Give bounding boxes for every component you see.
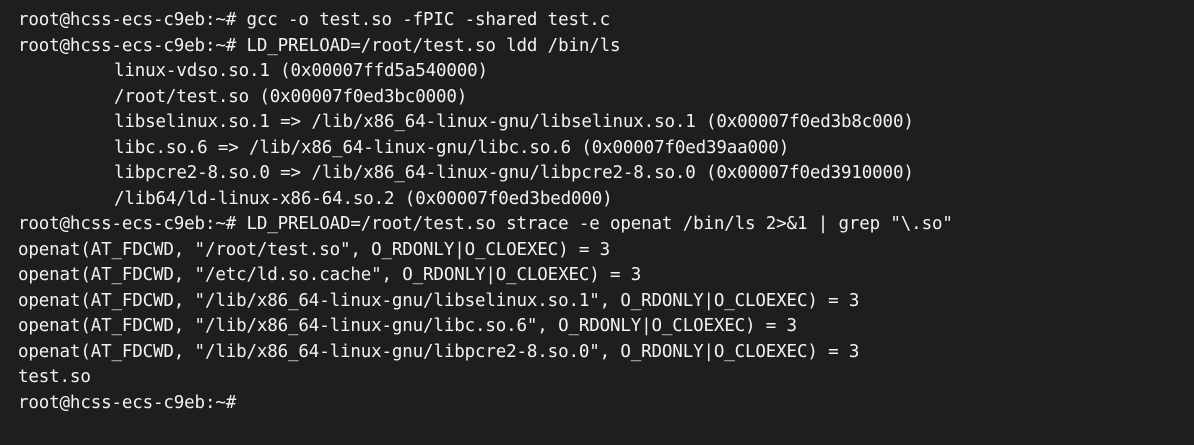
terminal-line: root@hcss-ecs-c9eb:~# gcc -o test.so -fP… [18, 10, 610, 30]
terminal-line: libpcre2-8.so.0 => /lib/x86_64-linux-gnu… [114, 163, 914, 183]
terminal-line: /lib64/ld-linux-x86-64.so.2 (0x00007f0ed… [114, 188, 613, 209]
terminal-line: libselinux.so.1 => /lib/x86_64-linux-gnu… [114, 112, 914, 132]
terminal-output: root@hcss-ecs-c9eb:~# gcc -o test.so -fP… [18, 8, 1194, 391]
terminal-line: linux-vdso.so.1 (0x00007ffd5a540000) [114, 61, 488, 81]
terminal-line: test.so [18, 367, 91, 387]
terminal-window[interactable]: root@hcss-ecs-c9eb:~# gcc -o test.so -fP… [0, 0, 1194, 445]
terminal-line: root@hcss-ecs-c9eb:~# LD_PRELOAD=/root/t… [18, 35, 621, 56]
terminal-line: openat(AT_FDCWD, "/lib/x86_64-linux-gnu/… [18, 341, 860, 362]
terminal-prompt: root@hcss-ecs-c9eb:~# [18, 392, 237, 413]
terminal-line: openat(AT_FDCWD, "/lib/x86_64-linux-gnu/… [18, 290, 860, 311]
terminal-prompt-line[interactable]: root@hcss-ecs-c9eb:~# [18, 391, 1194, 417]
terminal-line: openat(AT_FDCWD, "/etc/ld.so.cache", O_R… [18, 265, 642, 285]
terminal-line: libc.so.6 => /lib/x86_64-linux-gnu/libc.… [114, 137, 790, 158]
terminal-line: root@hcss-ecs-c9eb:~# LD_PRELOAD=/root/t… [18, 214, 953, 234]
terminal-line: /root/test.so (0x00007f0ed3bc0000) [114, 86, 468, 107]
terminal-line: openat(AT_FDCWD, "/root/test.so", O_RDON… [18, 239, 610, 260]
terminal-line: openat(AT_FDCWD, "/lib/x86_64-linux-gnu/… [18, 316, 797, 336]
